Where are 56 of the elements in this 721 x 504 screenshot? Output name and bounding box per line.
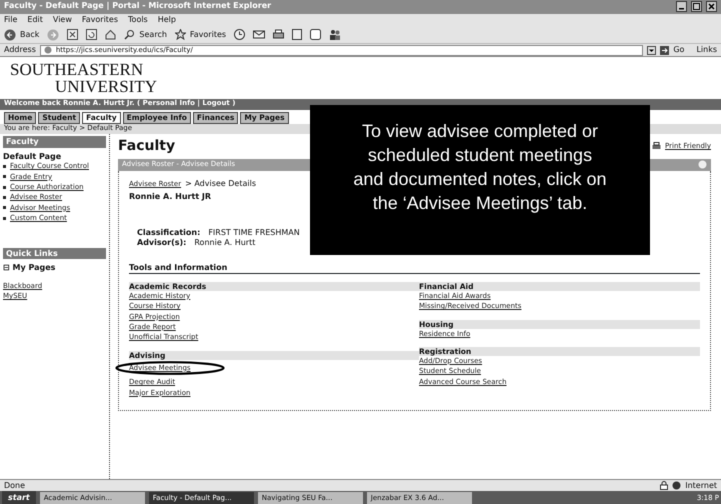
breadcrumb-text: > Advisee Details <box>185 178 256 188</box>
globe-icon <box>672 481 682 490</box>
home-icon[interactable] <box>105 29 116 40</box>
menu-item[interactable]: File <box>4 15 18 25</box>
bullet-icon <box>3 196 6 200</box>
bullet-icon <box>3 164 6 168</box>
history-icon[interactable] <box>234 29 246 40</box>
my-pages-toggle[interactable]: ⊟ My Pages <box>3 263 106 273</box>
start-button[interactable]: start <box>2 491 36 504</box>
page-heading: Faculty <box>118 138 176 155</box>
bullet-icon <box>3 216 6 220</box>
printer-icon[interactable] <box>273 29 284 40</box>
field-label: Advisor(s): <box>137 238 186 248</box>
search-icon <box>124 29 136 40</box>
back-button[interactable]: Back <box>4 28 40 40</box>
status-text: Done <box>4 480 26 490</box>
printer-icon <box>652 142 662 151</box>
menu-item[interactable]: View <box>52 15 72 25</box>
logo-text: UNIVERSITY <box>54 78 158 98</box>
bullet-icon <box>3 206 6 210</box>
refresh-icon[interactable] <box>86 29 98 40</box>
field-value: Ronnie A. Hurtt <box>194 238 256 248</box>
square-icon[interactable] <box>310 29 322 40</box>
student-name: Ronnie A. Hurtt JR <box>129 192 212 202</box>
zone-text: Internet <box>685 480 717 490</box>
menu-item[interactable]: Edit <box>27 15 43 25</box>
section-heading: Tools and Information <box>129 263 700 274</box>
menu-item[interactable]: Tools <box>128 15 148 25</box>
bullet-icon <box>3 175 6 178</box>
address-label: Address <box>4 45 36 55</box>
close-icon[interactable] <box>706 1 717 12</box>
search-button[interactable]: Search <box>124 29 167 40</box>
star-icon <box>174 29 186 40</box>
lock-icon <box>660 481 668 490</box>
menu-item[interactable]: Favorites <box>82 15 118 25</box>
sidebar-heading: Default Page <box>3 152 62 162</box>
links-button[interactable]: Links <box>696 45 717 55</box>
bullet-icon <box>3 186 6 189</box>
document-icon[interactable] <box>292 29 302 40</box>
sidebar-header: Quick Links <box>3 248 106 260</box>
callout-text: To view advisee completed or scheduled student meetings and documented notes, click on the ‘Advisee Meetings’ tab. <box>310 105 650 255</box>
go-arrow-icon <box>660 46 670 54</box>
mail-icon[interactable] <box>253 29 266 40</box>
favorites-button[interactable]: Favorites <box>174 29 226 40</box>
minimize-icon[interactable] <box>676 1 687 12</box>
field-value: FIRST TIME FRESHMAN <box>208 228 300 238</box>
menu-item[interactable]: Help <box>158 15 176 25</box>
dropdown-icon[interactable] <box>647 46 656 54</box>
sidebar-header: Faculty <box>3 136 106 148</box>
window-title: Faculty - Default Page | Portal - Microsoft Internet Explorer <box>4 1 272 12</box>
logo-text: SOUTHEASTERN <box>9 59 144 78</box>
field-label: Classification: <box>137 228 200 238</box>
maximize-icon[interactable] <box>691 1 702 12</box>
go-button[interactable]: Go <box>660 45 684 55</box>
people-icon[interactable] <box>329 29 342 40</box>
stop-icon[interactable] <box>67 29 78 40</box>
